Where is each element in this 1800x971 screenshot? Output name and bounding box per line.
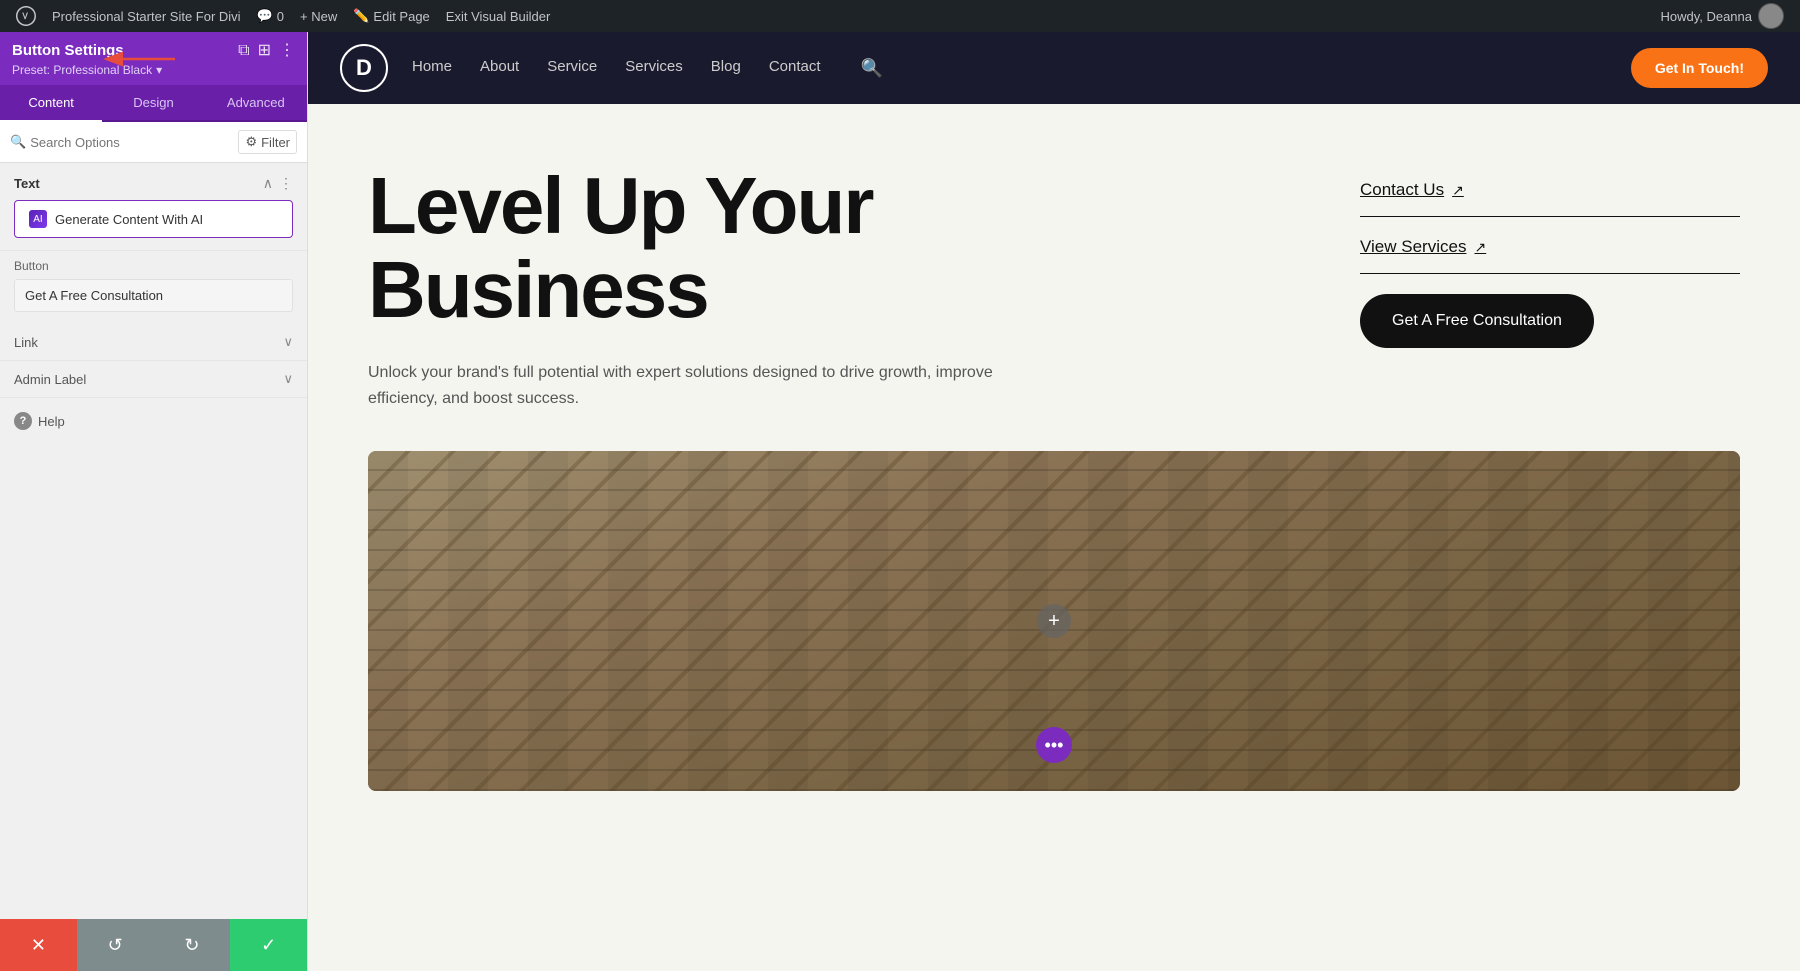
panel-search-bar: 🔍 ⚙ Filter bbox=[0, 122, 307, 163]
ai-generate-button[interactable]: AI Generate Content With AI bbox=[14, 200, 293, 238]
help-label: Help bbox=[38, 414, 65, 429]
new-label: + New bbox=[300, 9, 337, 24]
add-section-button[interactable]: + bbox=[1037, 604, 1071, 638]
comments-count: 0 bbox=[277, 9, 284, 24]
red-arrow-annotation bbox=[100, 44, 180, 74]
help-icon: ? bbox=[14, 412, 32, 430]
section-menu-button[interactable]: ••• bbox=[1036, 727, 1072, 763]
text-section-collapse-icon[interactable]: ∧ bbox=[263, 175, 273, 192]
undo-icon: ↺ bbox=[108, 935, 123, 956]
help-section[interactable]: ? Help bbox=[0, 398, 307, 444]
hero-right: Contact Us ↗ View Services ↗ Get A Free … bbox=[1360, 164, 1740, 411]
hero-title: Level Up Your Business bbox=[368, 164, 1320, 332]
edit-page-item[interactable]: ✏️ Edit Page bbox=[345, 0, 438, 32]
link-section-title: Link bbox=[14, 335, 38, 350]
redo-button[interactable]: ↻ bbox=[154, 919, 231, 971]
hero-cta-button[interactable]: Get A Free Consultation bbox=[1360, 294, 1594, 348]
filter-label: Filter bbox=[261, 135, 290, 150]
nav-about[interactable]: About bbox=[480, 58, 519, 79]
button-field-label: Button bbox=[14, 259, 293, 273]
cta-nav-label: Get In Touch! bbox=[1655, 60, 1744, 76]
avatar bbox=[1758, 3, 1784, 29]
exit-builder-label: Exit Visual Builder bbox=[446, 9, 551, 24]
wp-site-name: Professional Starter Site For Divi bbox=[52, 9, 241, 24]
howdy-text: Howdy, Deanna bbox=[1660, 9, 1752, 24]
filter-icon: ⚙ bbox=[245, 134, 257, 150]
menu-dots-icon: ••• bbox=[1045, 735, 1064, 756]
contact-us-arrow-icon: ↗ bbox=[1452, 182, 1464, 199]
hero-section: Level Up Your Business Unlock your brand… bbox=[308, 104, 1800, 451]
redo-icon: ↻ bbox=[184, 935, 199, 956]
nav-service[interactable]: Service bbox=[547, 58, 597, 79]
comments-item[interactable]: 💬 0 bbox=[249, 0, 292, 32]
view-services-label: View Services bbox=[1360, 237, 1466, 257]
save-button[interactable]: ✓ bbox=[230, 919, 307, 971]
button-value: Get A Free Consultation bbox=[25, 288, 163, 303]
admin-label-section[interactable]: Admin Label ∨ bbox=[0, 361, 307, 398]
panel-bottom-bar: ✕ ↺ ↻ ✓ bbox=[0, 919, 307, 971]
panel-tabs: Content Design Advanced bbox=[0, 85, 307, 122]
nav-blog[interactable]: Blog bbox=[711, 58, 741, 79]
button-settings-panel: Button Settings ⧉ ⊞ ⋮ Preset: Profession… bbox=[0, 32, 308, 971]
link-section[interactable]: Link ∨ bbox=[0, 324, 307, 361]
admin-label-chevron-icon: ∨ bbox=[283, 371, 293, 387]
text-section: Text ∧ ⋮ AI Generate Content With AI bbox=[0, 163, 307, 251]
cta-nav-button[interactable]: Get In Touch! bbox=[1631, 48, 1768, 88]
exit-visual-builder-item[interactable]: Exit Visual Builder bbox=[438, 0, 559, 32]
nav-services[interactable]: Services bbox=[625, 58, 683, 79]
text-section-more-icon[interactable]: ⋮ bbox=[279, 175, 293, 192]
undo-button[interactable]: ↺ bbox=[77, 919, 154, 971]
building-section: + ••• bbox=[368, 451, 1740, 791]
new-item[interactable]: + New bbox=[292, 0, 345, 32]
text-section-title: Text bbox=[14, 176, 40, 191]
pencil-icon: ✏️ bbox=[353, 8, 369, 24]
search-icon: 🔍 bbox=[10, 134, 26, 150]
nav-contact[interactable]: Contact bbox=[769, 58, 821, 79]
wp-admin-bar: Professional Starter Site For Divi 💬 0 +… bbox=[0, 0, 1800, 32]
panel-header: Button Settings ⧉ ⊞ ⋮ Preset: Profession… bbox=[0, 32, 307, 85]
hero-left: Level Up Your Business Unlock your brand… bbox=[368, 164, 1360, 411]
filter-button[interactable]: ⚙ Filter bbox=[238, 130, 297, 154]
nav-home[interactable]: Home bbox=[412, 58, 452, 79]
panel-copy-icon[interactable]: ⧉ bbox=[238, 43, 249, 59]
add-icon: + bbox=[1048, 610, 1060, 633]
preview-area: D Home About Service Services Blog Conta… bbox=[308, 32, 1800, 971]
view-services-arrow-icon: ↗ bbox=[1474, 239, 1486, 256]
link-chevron-icon: ∨ bbox=[283, 334, 293, 350]
site-navbar: D Home About Service Services Blog Conta… bbox=[308, 32, 1800, 104]
site-nav-links: Home About Service Services Blog Contact… bbox=[412, 58, 1603, 79]
site-name-item[interactable]: Professional Starter Site For Divi bbox=[44, 0, 249, 32]
tab-content[interactable]: Content bbox=[0, 85, 102, 122]
search-nav-icon[interactable]: 🔍 bbox=[861, 58, 883, 79]
wp-logo-item[interactable] bbox=[8, 0, 44, 32]
tab-design[interactable]: Design bbox=[102, 85, 204, 120]
text-section-header[interactable]: Text ∧ ⋮ bbox=[0, 163, 307, 200]
cancel-button[interactable]: ✕ bbox=[0, 919, 77, 971]
site-logo: D bbox=[340, 44, 388, 92]
admin-label-title: Admin Label bbox=[14, 372, 86, 387]
hero-cta-label: Get A Free Consultation bbox=[1392, 312, 1562, 329]
site-content: Level Up Your Business Unlock your brand… bbox=[308, 104, 1800, 971]
button-text-input[interactable]: Get A Free Consultation bbox=[14, 279, 293, 312]
panel-more-icon[interactable]: ⋮ bbox=[279, 43, 295, 59]
ai-icon: AI bbox=[29, 210, 47, 228]
tab-advanced[interactable]: Advanced bbox=[205, 85, 307, 120]
cancel-icon: ✕ bbox=[31, 935, 46, 956]
panel-columns-icon[interactable]: ⊞ bbox=[258, 43, 271, 59]
contact-us-link[interactable]: Contact Us ↗ bbox=[1360, 180, 1740, 217]
hero-subtitle: Unlock your brand's full potential with … bbox=[368, 360, 1048, 411]
view-services-link[interactable]: View Services ↗ bbox=[1360, 237, 1740, 274]
howdy-section[interactable]: Howdy, Deanna bbox=[1652, 3, 1792, 29]
comment-icon: 💬 bbox=[257, 8, 273, 24]
ai-generate-label: Generate Content With AI bbox=[55, 212, 203, 227]
save-icon: ✓ bbox=[261, 935, 276, 956]
button-section: Button Get A Free Consultation bbox=[0, 251, 307, 324]
contact-us-label: Contact Us bbox=[1360, 180, 1444, 200]
search-input[interactable] bbox=[30, 135, 234, 150]
edit-page-label: Edit Page bbox=[373, 9, 429, 24]
